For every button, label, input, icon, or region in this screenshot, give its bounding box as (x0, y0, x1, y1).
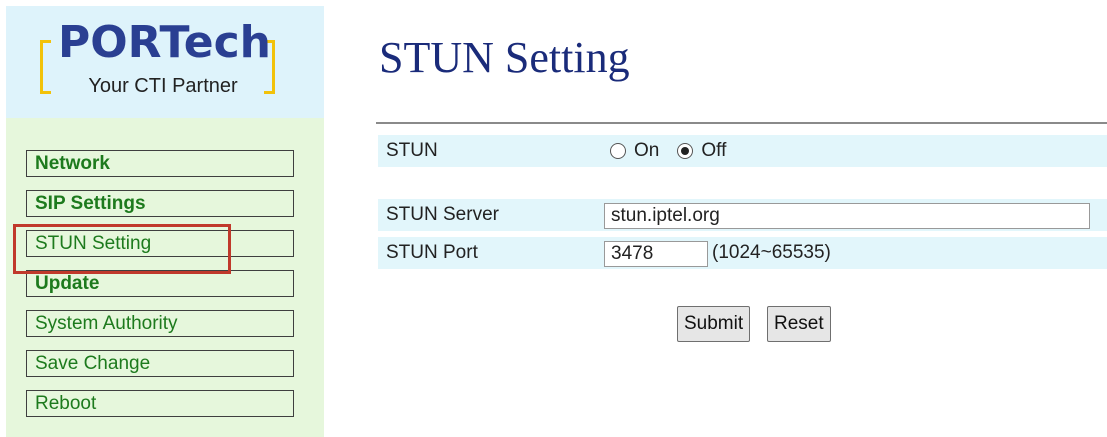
stun-port-range: (1024~65535) (712, 242, 831, 263)
stun-toggle-row: STUN On Off (378, 135, 1107, 167)
stun-radio-group: On Off (610, 135, 744, 167)
stun-port-input[interactable] (604, 241, 708, 267)
title-divider (376, 122, 1107, 124)
sidebar-menu: Network SIP Settings STUN Setting Update… (6, 118, 324, 437)
submit-button[interactable]: Submit (677, 306, 751, 342)
sidebar-item-sip-settings[interactable]: SIP Settings (26, 190, 294, 217)
stun-port-row: STUN Port (1024~65535) (378, 237, 1107, 269)
logo-bracket-left (40, 40, 51, 94)
stun-off-label[interactable]: Off (701, 140, 726, 162)
logo-tagline: Your CTI Partner (88, 75, 238, 97)
reset-button[interactable]: Reset (767, 306, 831, 342)
stun-port-label: STUN Port (386, 242, 478, 263)
sidebar-item-save-change[interactable]: Save Change (26, 350, 294, 377)
logo-brand: PORTech (58, 17, 271, 68)
stun-on-radio[interactable] (610, 143, 626, 159)
stun-on-label[interactable]: On (634, 140, 659, 162)
stun-label: STUN (386, 140, 438, 161)
sidebar-item-reboot[interactable]: Reboot (26, 390, 294, 417)
sidebar-item-network[interactable]: Network (26, 150, 294, 177)
sidebar-item-update[interactable]: Update (26, 270, 294, 297)
sidebar-item-stun-setting[interactable]: STUN Setting (26, 230, 294, 257)
logo-area: PORTech Your CTI Partner (6, 6, 324, 118)
stun-server-row: STUN Server (378, 199, 1107, 231)
stun-server-label: STUN Server (386, 204, 499, 225)
page-title: STUN Setting (379, 33, 630, 82)
stun-server-input[interactable] (604, 203, 1090, 229)
stun-off-radio[interactable] (677, 143, 694, 159)
sidebar-item-system-authority[interactable]: System Authority (26, 310, 294, 337)
